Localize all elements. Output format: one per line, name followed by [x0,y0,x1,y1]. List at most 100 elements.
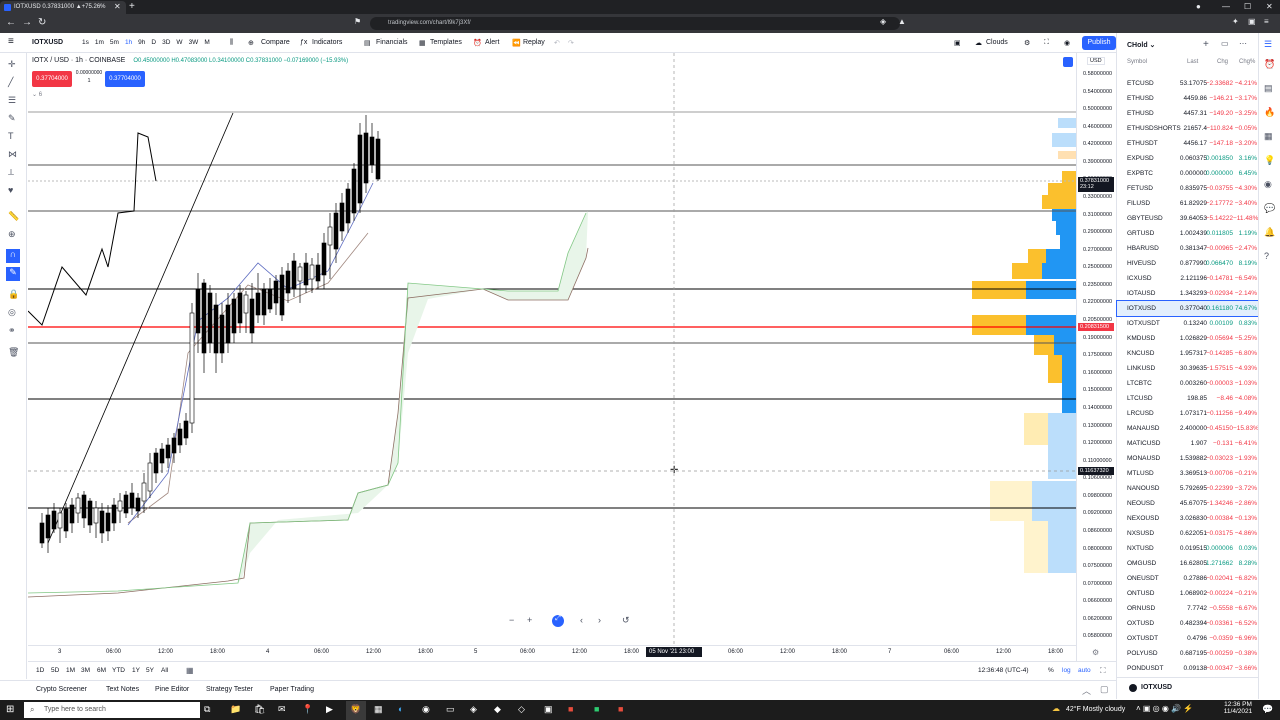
file-explorer-icon[interactable]: 📁 [230,704,241,715]
chats-icon[interactable]: 💬 [1264,203,1275,214]
watchlist-row[interactable]: ORNUSD 7.7742 −0.5558 −6.67% [1117,601,1259,616]
watchlist-layout-icon[interactable]: ▭ [1221,39,1229,48]
pattern-icon[interactable]: ⋈ [8,149,17,160]
app-icon[interactable]: ◈ [470,704,477,715]
calculator-icon[interactable]: ▦ [374,704,383,715]
interval-button[interactable]: 1h [125,39,132,46]
watchlist-row[interactable]: LRCUSD 1.073171 −0.11256 −9.49% [1117,406,1259,421]
range-button[interactable]: All [161,667,168,674]
interval-button[interactable]: 1m [95,39,104,46]
ideas-icon[interactable]: 💡 [1264,155,1275,166]
wallet-icon[interactable]: ▣ [1248,17,1256,26]
log-scale-toggle[interactable]: log [1062,667,1071,674]
buy-button[interactable]: 0.37704000 [105,71,145,87]
watchlist-row[interactable]: ETHUSD 4457.31 −149.20 −3.25% [1117,106,1259,121]
replay-icon[interactable]: ⏪ [512,39,521,47]
maximize-icon[interactable]: ☐ [1244,2,1251,11]
bottom-tab[interactable]: Text Notes [106,686,139,693]
interval-button[interactable]: 9h [138,39,145,46]
zoom-in-chart-icon[interactable]: + [527,615,532,625]
range-button[interactable]: 1D [36,667,44,674]
watchlist-row[interactable]: NXTUSD 0.019515 0.000006 0.03% [1117,541,1259,556]
back-icon[interactable]: ← [6,17,16,28]
edge-icon[interactable]: ◐ [398,704,403,714]
range-button[interactable]: YTD [112,667,125,674]
watchlist-row[interactable]: LTCBTC 0.003260 −0.00003 −1.03% [1117,376,1259,391]
app-icon[interactable]: ■ [594,704,599,714]
chart-pane[interactable]: IOTX / USD · 1h · COINBASE O0.45000000 H… [28,53,1076,661]
reset-chart-icon[interactable]: ↺ [622,615,630,626]
watchlist-row[interactable]: ONEUSDT 0.27886 −0.02041 −6.82% [1117,571,1259,586]
watchlist-row[interactable]: ICXUSD 2.121196 −0.14781 −6.54% [1117,271,1259,286]
watchlist-row[interactable]: IOTXUSDT 0.13240 0.00109 0.83% [1117,316,1259,331]
mail-icon[interactable]: ✉ [278,704,286,715]
watchlist-icon[interactable]: ☰ [1264,39,1272,50]
chart-type-icon[interactable]: ⫼ [230,39,233,47]
reload-icon[interactable]: ↻ [38,17,46,28]
reset-zoom-icon[interactable]: ⤢ [552,615,564,627]
app-icon[interactable]: ■ [568,704,573,714]
quantity-value[interactable]: 1 [74,78,104,84]
range-button[interactable]: 1M [66,667,75,674]
url-input[interactable]: tradingview.com/chart/l9k7j3Xf/ [370,17,900,30]
watchlist-row[interactable]: MANAUSD 2.400000 −0.45150 −15.83% [1117,421,1259,436]
watchlist-row[interactable]: IOTXUSD 0.377040 0.161180 74.67% [1116,300,1260,317]
watchlist-row[interactable]: NXSUSD 0.622051 −0.03175 −4.86% [1117,526,1259,541]
range-button[interactable]: 3M [81,667,90,674]
interval-button[interactable]: 1s [82,39,89,46]
interval-button[interactable]: D [151,39,156,46]
alerts-icon[interactable]: ⏰ [1264,59,1275,70]
new-tab-icon[interactable]: + [129,1,135,12]
browser-menu-icon[interactable]: ≡ [1264,17,1269,26]
watchlist-row[interactable]: MONAUSD 1.539882 −0.03023 −1.93% [1117,451,1259,466]
lock-icon[interactable]: 🔒 [8,289,19,300]
add-symbol-icon[interactable]: + [1203,39,1209,50]
range-button[interactable]: 5Y [146,667,154,674]
watchlist-row[interactable]: LINKUSD 30.39635 −1.57515 −4.93% [1117,361,1259,376]
extensions-icon[interactable]: ✦ [1232,17,1239,26]
crosshair-icon[interactable]: ✛ [8,59,16,70]
bottom-tab[interactable]: Crypto Screener [36,686,87,693]
price-axis[interactable]: USD 0.58000000 0.54000000 0.50000000 0.4600… [1076,53,1116,661]
bottom-tab[interactable]: Pine Editor [155,686,189,693]
brush-icon[interactable]: ✎ [8,113,16,124]
bottom-tab[interactable]: Paper Trading [270,686,314,693]
text-tool-icon[interactable]: T [8,131,14,141]
cloud-icon[interactable]: ☁ [975,39,982,47]
app-icon[interactable]: ■ [618,704,623,714]
watchlist-name[interactable]: CHold ⌄ [1127,41,1155,49]
currency-label[interactable]: USD [1087,57,1105,65]
alert-button[interactable]: Alert [485,39,499,46]
axis-settings-icon[interactable]: ⚙ [1092,648,1099,657]
weather-text[interactable]: 42°F Mostly cloudy [1066,706,1125,713]
watchlist-row[interactable]: GBYTEUSD 39.64053 −5.14222 −11.48% [1117,211,1259,226]
media-icon[interactable]: ▶ [326,704,333,715]
watchlist-row[interactable]: POLYUSD 0.687195 −0.00259 −0.38% [1117,646,1259,661]
undo-icon[interactable]: ↶ [554,39,560,47]
indicator-toggle[interactable]: ⌄ 6 [32,91,42,98]
bookmark-icon[interactable]: ⚑ [354,17,361,26]
interval-button[interactable]: 5m [110,39,119,46]
data-window-icon[interactable]: ▤ [1264,83,1273,94]
link-icon[interactable]: ⚭ [8,325,16,336]
watchlist-row[interactable]: ETCUSD 53.17075 −2.33682 −4.21% [1117,76,1259,91]
watchlist-row[interactable]: EXPUSD 0.060375 0.001850 3.16% [1117,151,1259,166]
hotlist-icon[interactable]: 🔥 [1264,107,1275,118]
watchlist-row[interactable]: ONTUSD 1.068902 −0.00224 −0.21% [1117,586,1259,601]
browser-tab[interactable]: IOTXUSD 0.37831000 ▲+75.26% [0,1,126,14]
notifications-icon[interactable]: 🔔 [1264,227,1275,238]
streams-icon[interactable]: ◉ [1264,179,1272,190]
chrome-icon[interactable]: ◉ [422,704,430,715]
watchlist-row[interactable]: FILUSD 61.82929 −2.17772 −3.40% [1117,196,1259,211]
auto-scale-toggle[interactable]: auto [1078,667,1091,674]
magnet-icon[interactable]: ∩ [6,249,20,263]
timezone-clock[interactable]: 12:36:48 (UTC-4) [978,667,1029,674]
watchlist-row[interactable]: NANOUSD 5.792695 −0.22399 −3.72% [1117,481,1259,496]
templates-button[interactable]: Templates [430,39,462,46]
hide-icon[interactable]: ◎ [8,307,16,318]
app-icon[interactable]: ▣ [544,704,553,715]
indicators-button[interactable]: Indicators [312,39,342,46]
snapshot-icon[interactable]: ◉ [1064,39,1070,47]
close-window-icon[interactable]: ✕ [1266,2,1273,11]
maximize-panel-icon[interactable]: ▢ [1100,684,1109,695]
